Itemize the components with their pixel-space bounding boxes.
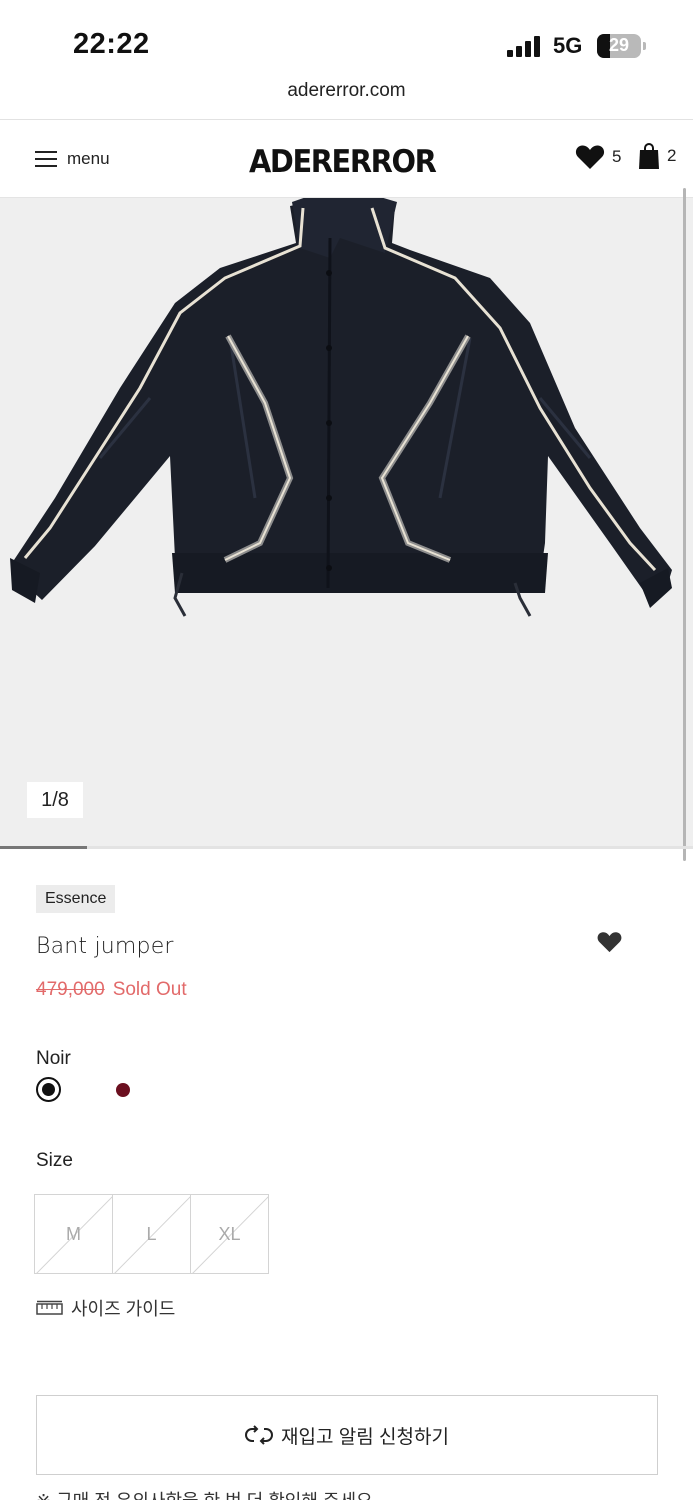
purchase-notice: ※ 구매 전 유의사항을 한 번 더 확인해 주세요.	[36, 1487, 378, 1500]
ruler-icon	[36, 1300, 63, 1315]
site-logo[interactable]: ADERERROR	[249, 144, 437, 180]
collection-badge[interactable]: Essence	[36, 885, 116, 913]
image-counter: 1/8	[27, 782, 83, 818]
original-price: 479,000	[36, 979, 105, 1000]
gallery-progress-track	[0, 846, 693, 849]
gallery-progress-fill	[0, 846, 87, 849]
size-label: Size	[36, 1150, 73, 1171]
size-option-label: M	[66, 1224, 81, 1244]
size-option-label: XL	[218, 1224, 241, 1244]
jacket-image	[10, 198, 672, 617]
battery-cap	[643, 42, 646, 50]
size-options: M L XL	[34, 1194, 269, 1274]
cart-count: 2	[667, 146, 677, 165]
battery-percent: 29	[608, 35, 630, 55]
size-guide-link[interactable]: 사이즈 가이드	[36, 1295, 175, 1321]
size-option-m[interactable]: M	[34, 1194, 113, 1274]
network-type: 5G	[553, 33, 583, 58]
price-row: 479,000 Sold Out	[36, 979, 187, 1001]
url-bar[interactable]: adererror.com	[0, 80, 693, 120]
product-title: Bant jumper	[36, 934, 174, 959]
site-header: menu ADERERROR 5 2	[0, 120, 693, 198]
hamburger-icon	[35, 150, 57, 168]
color-swatch-wine[interactable]	[116, 1083, 130, 1097]
shopping-bag-icon	[639, 143, 659, 169]
heart-icon	[575, 145, 605, 169]
color-label: Noir	[36, 1048, 71, 1069]
status-time: 22:22	[73, 28, 150, 60]
size-guide-label: 사이즈 가이드	[71, 1299, 176, 1319]
cart-link[interactable]: 2	[638, 142, 676, 170]
size-option-l[interactable]: L	[112, 1194, 191, 1274]
product-gallery[interactable]: 1/8	[0, 198, 693, 848]
size-option-xl[interactable]: XL	[190, 1194, 269, 1274]
heart-icon	[597, 932, 622, 953]
wishlist-count: 5	[612, 147, 622, 166]
restock-alert-button[interactable]: 재입고 알림 신청하기	[36, 1395, 658, 1475]
menu-button[interactable]: menu	[35, 147, 110, 171]
menu-label: menu	[67, 149, 110, 168]
wishlist-link[interactable]: 5	[575, 144, 621, 170]
add-to-wishlist-button[interactable]	[596, 931, 623, 958]
color-swatch-noir[interactable]	[36, 1077, 61, 1102]
restock-button-label: 재입고 알림 신청하기	[281, 1426, 449, 1448]
restock-arrows-icon	[245, 1425, 274, 1445]
size-option-label: L	[146, 1224, 157, 1244]
signal-icon	[507, 35, 543, 57]
status-bar: 22:22 5G 29	[0, 0, 693, 80]
page-scrollbar[interactable]	[683, 188, 686, 861]
battery-icon: 29	[597, 34, 641, 58]
sold-out-label: Sold Out	[112, 979, 187, 1000]
